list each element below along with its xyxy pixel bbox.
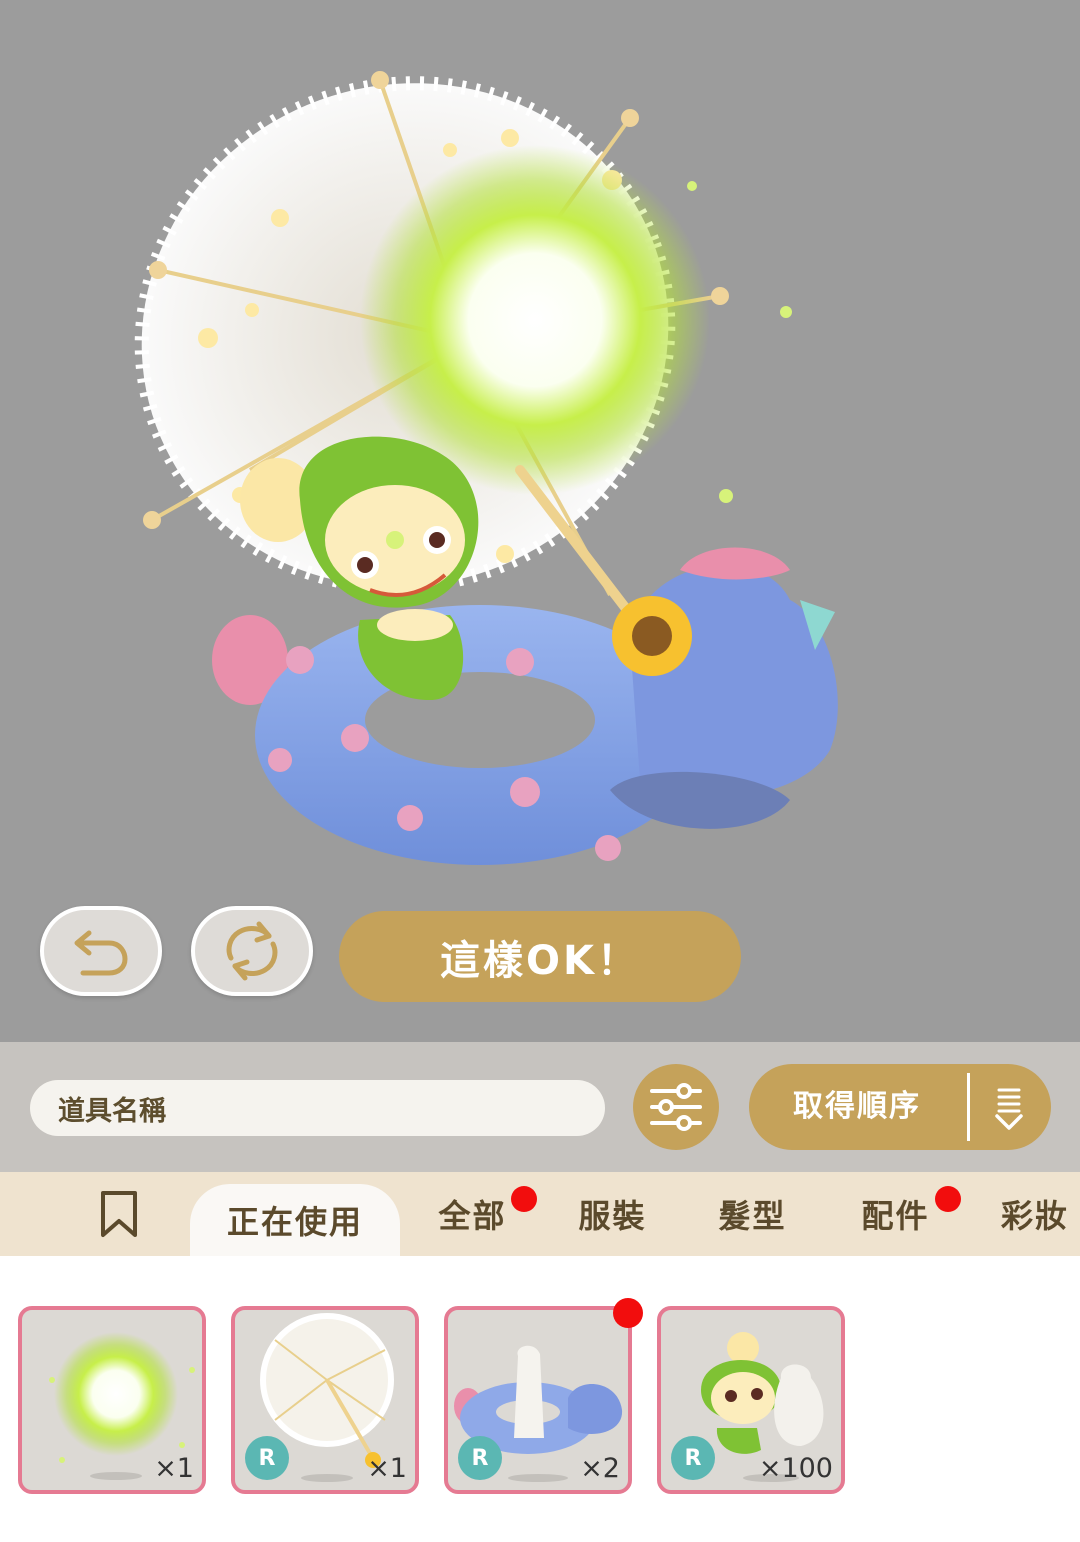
sort-descending-icon[interactable] [989,1086,1029,1130]
tab-accessories[interactable]: 配件 [843,1172,948,1256]
tab-in-use[interactable]: 正在使用 [190,1184,400,1256]
sliders-icon [650,1083,702,1131]
tab-label: 彩妝 [1000,1197,1069,1235]
item-card-costume[interactable]: R ×100 [657,1306,845,1494]
tab-label: 正在使用 [226,1203,363,1241]
tab-accessories-badge [935,1186,961,1212]
tab-all-badge [511,1186,537,1212]
tab-all[interactable]: 全部 [420,1172,525,1256]
category-tabs: 正在使用 全部 服裝 髮型 配件 彩妝 [0,1172,1080,1256]
tab-bookmark[interactable] [80,1172,158,1256]
item-count: ×1 [154,1453,194,1484]
rarity-badge: R [671,1436,715,1480]
unicorn-swim-ring [212,547,838,865]
avatar-preview-illustration [134,71,838,865]
item-grid: ×1 R ×1 R ×2 R ×100 [0,1256,1080,1542]
tab-label: 全部 [438,1197,507,1235]
sort-order-label: 取得順序 [793,1089,921,1124]
item-card-glow-orb[interactable]: ×1 [18,1306,206,1494]
undo-button[interactable] [40,906,162,996]
item-count: ×100 [758,1453,833,1484]
refresh-icon [226,921,278,981]
bookmark-icon [101,1191,137,1237]
confirm-button[interactable]: 這樣OK！ [339,911,741,1002]
sort-order-button[interactable]: 取得順序 [749,1064,1051,1150]
item-count: ×1 [367,1453,407,1484]
tab-label: 配件 [861,1197,930,1235]
search-input[interactable]: 道具名稱 [30,1080,605,1136]
tab-hairstyle[interactable]: 髮型 [700,1172,805,1256]
avatar-preview-stage: 這樣OK！ [0,0,1080,1042]
sort-divider [967,1073,970,1141]
tab-label: 髮型 [718,1197,787,1235]
tab-clothing[interactable]: 服裝 [560,1172,665,1256]
rarity-badge: R [458,1436,502,1480]
search-toolbar: 道具名稱 取得順序 [0,1042,1080,1172]
filter-button[interactable] [633,1064,719,1150]
refresh-button[interactable] [191,906,313,996]
item-card-swim-ring[interactable]: R ×2 [444,1306,632,1494]
undo-icon [74,930,128,976]
tab-label: 服裝 [578,1197,647,1235]
tab-makeup[interactable]: 彩妝 [985,1172,1080,1256]
item-new-badge [613,1298,643,1328]
rarity-badge: R [245,1436,289,1480]
item-card-parasol[interactable]: R ×1 [231,1306,419,1494]
search-placeholder: 道具名稱 [58,1095,166,1127]
confirm-button-label: 這樣OK！ [440,937,640,984]
item-count: ×2 [580,1453,620,1484]
